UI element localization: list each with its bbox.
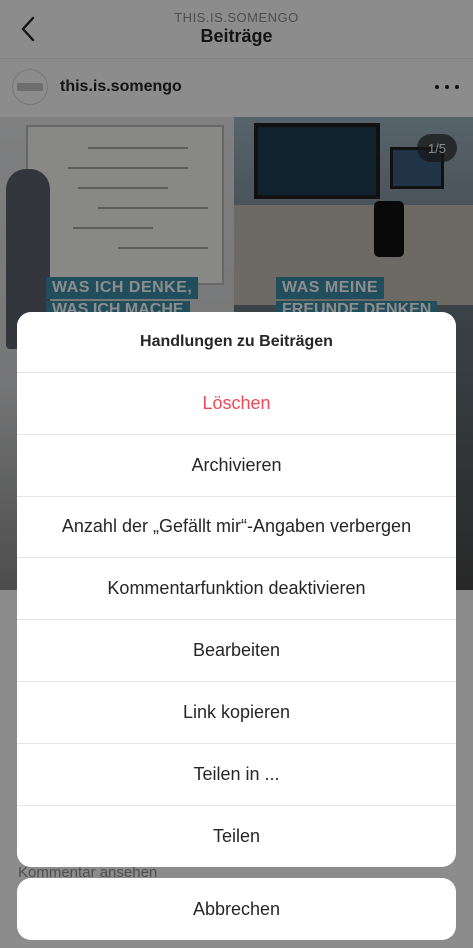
archive-button[interactable]: Archivieren — [17, 435, 456, 497]
hide-likes-button[interactable]: Anzahl der „Gefällt mir“-Angaben verberg… — [17, 497, 456, 559]
disable-comments-button[interactable]: Kommentarfunktion deaktivieren — [17, 558, 456, 621]
share-to-button[interactable]: Teilen in ... — [17, 744, 456, 806]
share-button[interactable]: Teilen — [17, 806, 456, 867]
cancel-button[interactable]: Abbrechen — [17, 878, 456, 940]
sheet-title: Handlungen zu Beiträgen — [17, 312, 456, 373]
delete-button[interactable]: Löschen — [17, 373, 456, 435]
edit-button[interactable]: Bearbeiten — [17, 620, 456, 682]
copy-link-button[interactable]: Link kopieren — [17, 682, 456, 744]
post-actions-sheet: Handlungen zu Beiträgen Löschen Archivie… — [17, 312, 456, 867]
